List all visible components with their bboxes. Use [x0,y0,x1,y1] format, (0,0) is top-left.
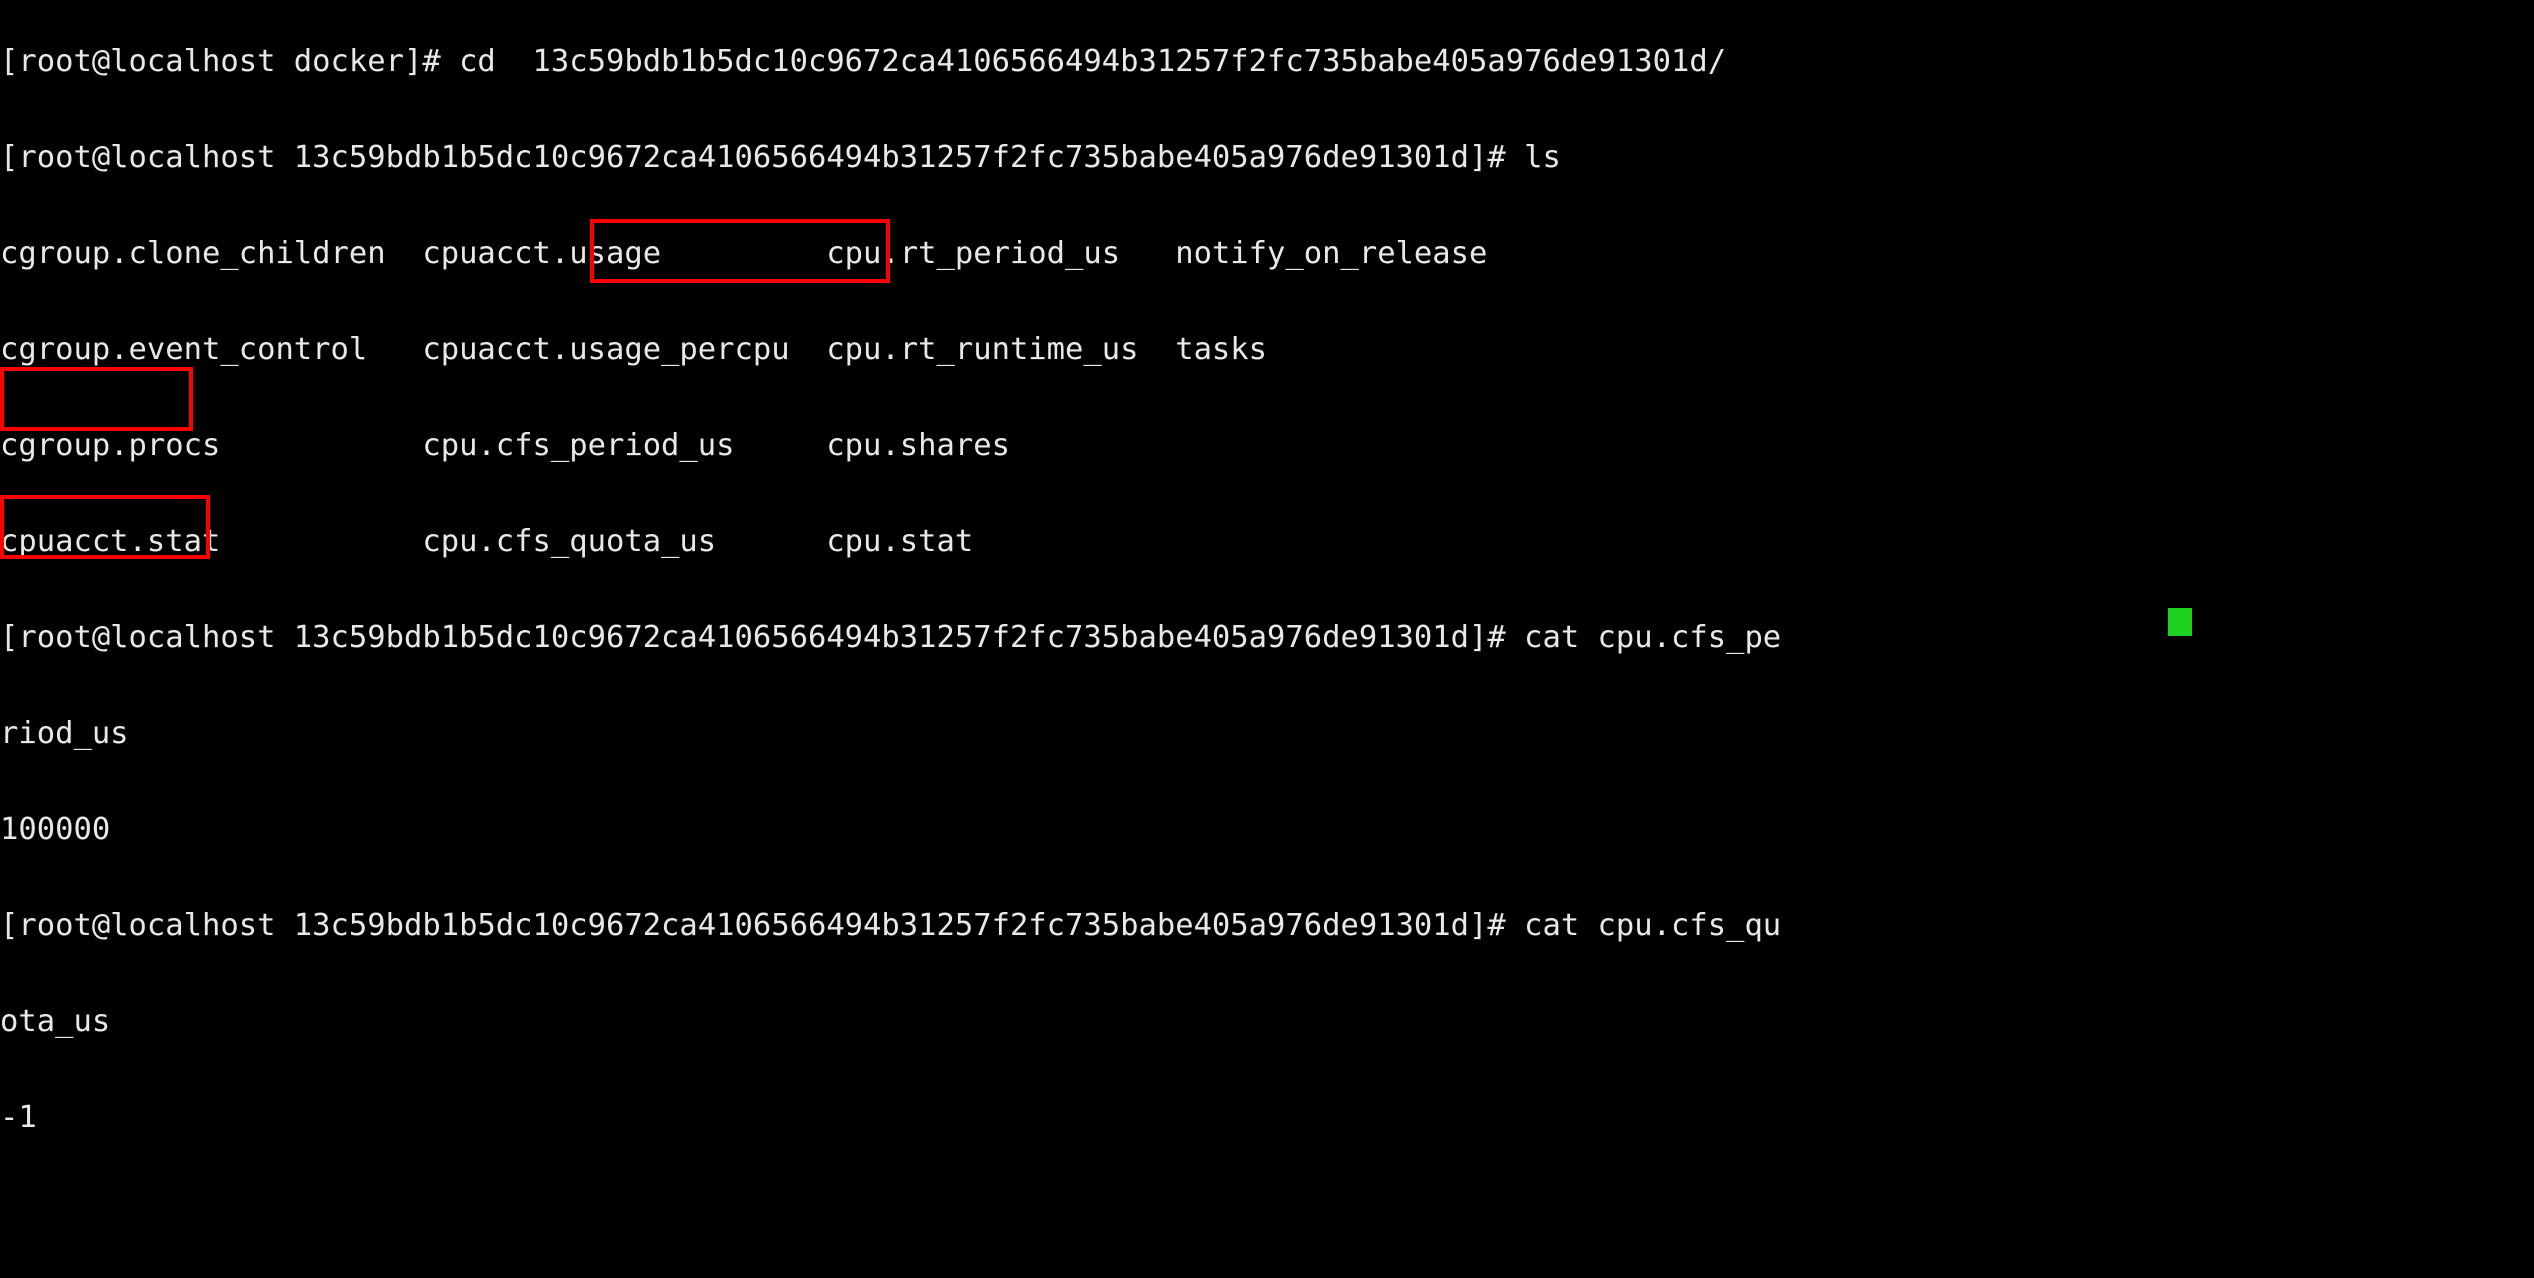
terminal-line-final-prompt [0,1198,2534,1230]
terminal-line-cd: [root@localhost docker]# cd 13c59bdb1b5d… [0,44,1727,79]
ls-output-row-2: cgroup.event_control cpuacct.usage_percp… [0,332,1268,367]
ls-output-row-3: cgroup.procs cpu.cfs_period_us cpu.share… [0,428,1010,463]
terminal-screen: [root@localhost docker]# cd 13c59bdb1b5d… [0,0,2534,1278]
ls-output-row-4: cpuacct.stat cpu.cfs_quota_us cpu.stat [0,524,974,559]
terminal-line-ls-prompt: [root@localhost 13c59bdb1b5dc10c9672ca41… [0,140,1561,175]
terminal-line-cat-period-wrap: riod_us [0,716,129,751]
terminal-line-cat-quota-prompt: [root@localhost 13c59bdb1b5dc10c9672ca41… [0,908,1782,943]
terminal-cursor [2168,608,2192,636]
terminal-window[interactable]: [root@localhost docker]# cd 13c59bdb1b5d… [0,0,2534,1134]
terminal-line-period-value: 100000 [0,812,111,847]
terminal-line-cat-quota-wrap: ota_us [0,1004,111,1039]
ls-output-row-1: cgroup.clone_children cpuacct.usage cpu.… [0,236,1488,271]
terminal-line-cat-period-prompt: [root@localhost 13c59bdb1b5dc10c9672ca41… [0,620,1782,655]
terminal-line-quota-value: -1 [0,1100,37,1135]
